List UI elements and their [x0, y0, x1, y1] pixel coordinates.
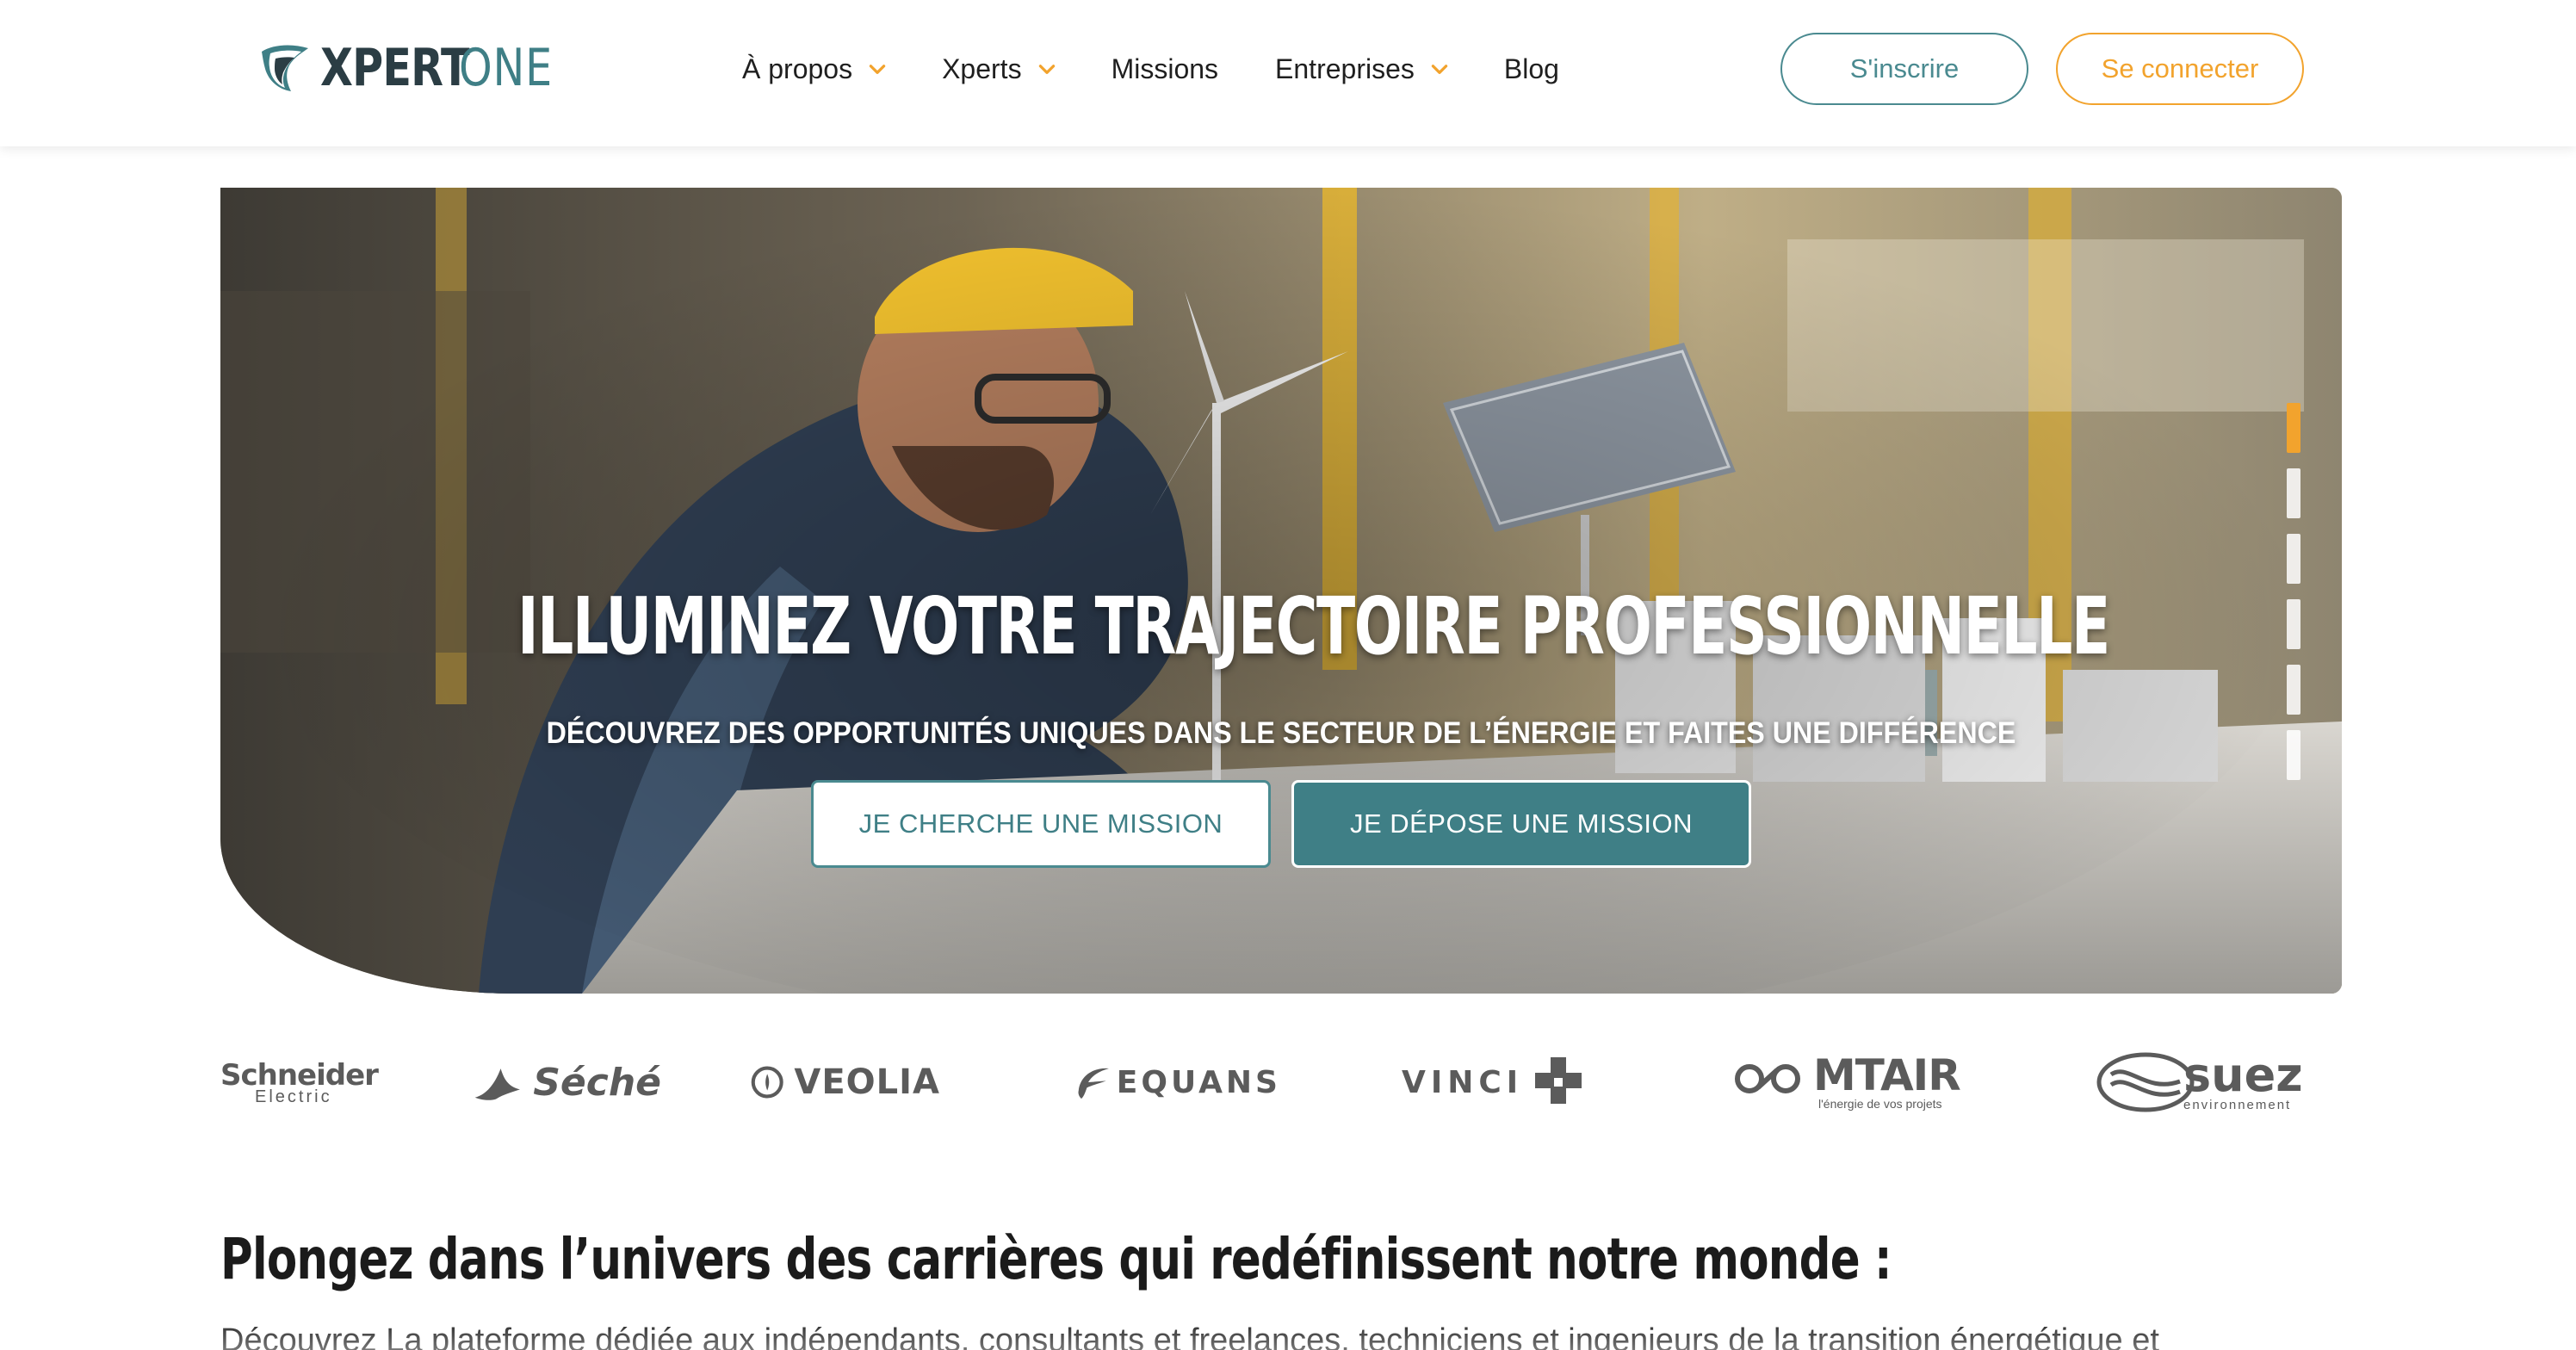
suez-mark-icon: [2096, 1052, 2195, 1112]
seche-logo: Séché: [472, 1047, 661, 1118]
schneider-electric-logo: Schneider Electric: [220, 1047, 379, 1118]
veolia-text: VEOLIA: [794, 1062, 940, 1102]
slider-dot[interactable]: [2287, 730, 2300, 780]
equans-text: EQUANS: [1116, 1064, 1281, 1100]
logo-text-xpert: XPERT: [320, 38, 470, 98]
xpertone-logo[interactable]: XPERT ONE: [257, 38, 573, 98]
signup-button[interactable]: S'inscrire: [1780, 33, 2028, 105]
slider-dot[interactable]: [2287, 599, 2300, 649]
slider-dot[interactable]: [2287, 403, 2300, 453]
hero-title: ILLUMINEZ VOTRE TRAJECTOIRE PROFESSIONNE…: [517, 580, 2110, 672]
slider-dot[interactable]: [2287, 534, 2300, 584]
partner-logos: Schneider Electric Séché VEOLIA EQUANS V…: [220, 1047, 2342, 1118]
nav-item-label: Missions: [1111, 53, 1219, 84]
veolia-logo: VEOLIA: [751, 1047, 940, 1118]
mtair-tagline: l'énergie de vos projets: [1818, 1097, 1942, 1111]
xpertone-logo-icon: [262, 45, 308, 91]
site-header: XPERT ONE À propos Xperts Missions Entre…: [0, 0, 2576, 146]
hero-slider-pagination: [2287, 403, 2300, 780]
nav-item-label: Blog: [1503, 53, 1559, 84]
suez-logo: suez environnement: [2094, 1047, 2342, 1118]
chevron-down-icon: [869, 65, 886, 74]
suez-tagline: environnement: [2183, 1097, 2292, 1112]
vinci-logo: VINCI: [1402, 1047, 1625, 1118]
electric-text: Electric: [255, 1087, 332, 1106]
nav-item-a-propos[interactable]: À propos: [742, 53, 889, 85]
vinci-mark-icon: [1535, 1057, 1582, 1104]
nav-item-label: À propos: [742, 53, 853, 84]
seche-mark-icon: [474, 1068, 520, 1100]
chevron-down-icon: [1431, 65, 1448, 74]
hero-subtitle: DÉCOUVREZ DES OPPORTUNITÉS UNIQUES DANS …: [546, 716, 2016, 750]
seche-text: Séché: [533, 1060, 661, 1105]
section-intro-text: Découvrez La plateforme dédiée aux indép…: [220, 1322, 2159, 1350]
nav-item-xperts[interactable]: Xperts: [942, 53, 1057, 85]
nav-item-label: Entreprises: [1275, 53, 1415, 84]
main-nav: À propos Xperts Missions Entreprises Blo…: [742, 45, 1616, 93]
nav-item-missions[interactable]: Missions: [1112, 53, 1218, 85]
chevron-down-icon: [1038, 65, 1055, 74]
mtair-logo: MTAIR l'énergie de vos projets: [1732, 1047, 1991, 1118]
suez-text: suez: [2183, 1047, 2303, 1102]
logo-text-one: ONE: [458, 38, 553, 98]
search-mission-button[interactable]: JE CHERCHE UNE MISSION: [811, 780, 1271, 868]
equans-mark-icon: [1078, 1068, 1109, 1099]
equans-logo: EQUANS: [1074, 1047, 1281, 1118]
hero-banner: ILLUMINEZ VOTRE TRAJECTOIRE PROFESSIONNE…: [220, 188, 2342, 994]
veolia-mark-icon: [751, 1066, 783, 1099]
vinci-text: VINCI: [1402, 1064, 1524, 1100]
login-button[interactable]: Se connecter: [2056, 33, 2304, 105]
nav-item-entreprises[interactable]: Entreprises: [1275, 53, 1451, 85]
nav-item-label: Xperts: [942, 53, 1022, 84]
mtair-text: MTAIR: [1813, 1050, 1961, 1100]
mtair-mark-icon: [1735, 1064, 1800, 1093]
nav-item-blog[interactable]: Blog: [1504, 53, 1559, 85]
post-mission-button[interactable]: JE DÉPOSE UNE MISSION: [1291, 780, 1751, 868]
slider-dot[interactable]: [2287, 665, 2300, 715]
slider-dot[interactable]: [2287, 468, 2300, 518]
section-title: Plongez dans l’univers des carrières qui…: [220, 1226, 1892, 1292]
